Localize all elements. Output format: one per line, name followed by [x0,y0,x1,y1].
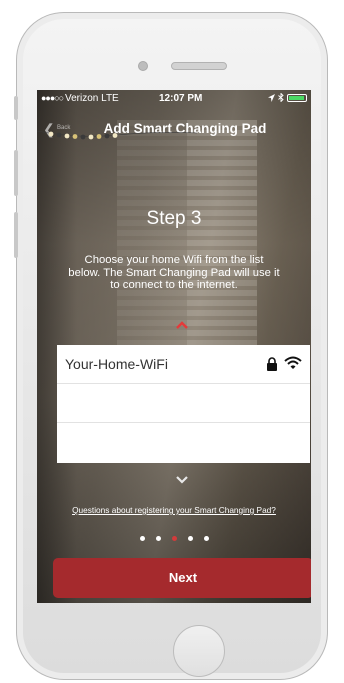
wifi-network-list: Your-Home-WiFi [57,345,310,463]
page-indicator [37,536,311,541]
wifi-icon [284,356,302,369]
page-dot [187,536,193,541]
carrier-label: Verizon LTE [65,93,119,104]
battery-icon [287,93,307,102]
wifi-network-row[interactable] [57,423,310,462]
lock-icon [267,357,277,371]
volume-up-button [14,150,18,196]
location-arrow-icon [268,93,275,102]
chevron-down-icon[interactable] [176,476,188,484]
volume-down-button [14,212,18,258]
wifi-network-row[interactable]: Your-Home-WiFi [57,345,310,384]
next-button[interactable]: Next [53,558,311,598]
bluetooth-icon [278,93,284,102]
mute-switch [14,96,18,120]
step-title: Step 3 [146,208,202,229]
page-dot [203,536,209,541]
chevron-up-icon[interactable] [176,321,188,329]
wifi-network-row[interactable] [57,384,310,423]
status-right-icons [268,93,307,102]
home-button[interactable] [173,625,225,677]
earpiece-speaker [171,62,227,70]
instructions-text: Choose your home Wifi from the list belo… [68,254,280,291]
background-garland [37,130,197,140]
page-dot-active [171,536,177,541]
app-screen: ●●●○○ Verizon LTE 12:07 PM ❮ Back Add Sm… [37,90,311,603]
help-link[interactable]: Questions about registering your Smart C… [37,505,311,515]
wifi-ssid-label: Your-Home-WiFi [65,356,168,372]
clock: 12:07 PM [159,93,203,104]
page-dot [139,536,145,541]
signal-strength: ●●●○○ [41,93,64,103]
page-dot [155,536,161,541]
status-bar: ●●●○○ Verizon LTE 12:07 PM [37,90,311,108]
front-camera [138,61,148,71]
